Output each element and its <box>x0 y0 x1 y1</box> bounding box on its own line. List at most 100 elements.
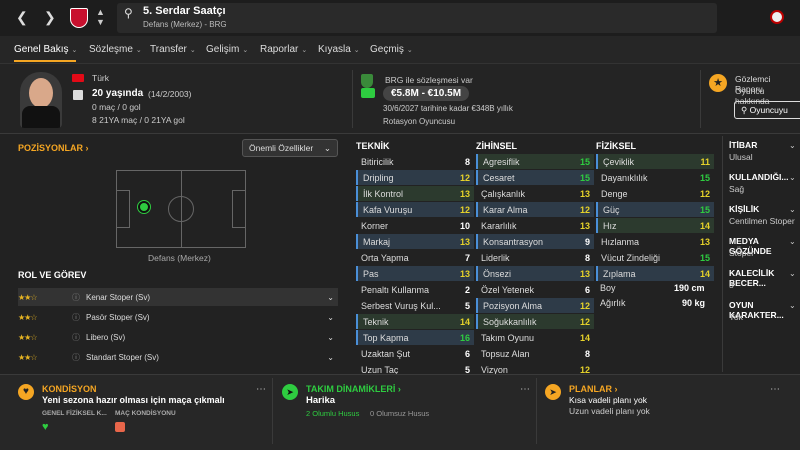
senior-stats: 0 maç / 0 gol <box>92 102 141 112</box>
attribute-name: Takım Oyunu <box>481 332 535 343</box>
attribute-value: 11 <box>700 156 710 167</box>
attribute-row[interactable]: Top Kapma 16 <box>356 330 474 345</box>
more-options-icon[interactable]: ⋯ <box>770 384 780 395</box>
attribute-name: Penaltı Kullanma <box>361 284 430 295</box>
chevron-down-icon[interactable]: ⌄ <box>327 313 338 322</box>
attribute-name: Hız <box>603 220 617 231</box>
attribute-row[interactable]: Pas 13 <box>356 266 474 281</box>
chevron-down-icon[interactable]: ⌄ <box>789 173 796 182</box>
tab-contract[interactable]: Sözleşme ⌄ <box>89 44 142 55</box>
attribute-row[interactable]: Penaltı Kullanma 2 <box>356 282 474 297</box>
role-row[interactable]: ★★☆ ⓘ Pasör Stoper (Sv) ⌄ <box>18 308 338 326</box>
attribute-row[interactable]: Kararlılık 13 <box>476 218 594 233</box>
chevron-down-icon[interactable]: ⌄ <box>789 141 796 150</box>
chevron-down-icon[interactable]: ⌄ <box>327 293 338 302</box>
forward-icon[interactable]: ❯ <box>44 9 56 26</box>
chevron-down-icon[interactable]: ⌄ <box>789 237 796 246</box>
short-plan-text: Kısa vadeli planı yok <box>569 395 647 405</box>
active-tab-indicator <box>14 60 76 62</box>
attribute-row[interactable]: Karar Alma 12 <box>476 202 594 217</box>
attribute-row[interactable]: Bitiricilik 8 <box>356 154 474 169</box>
heart-icon: ♥ <box>18 384 34 400</box>
tab-reports[interactable]: Raporlar ⌄ <box>260 44 307 55</box>
side-info-value: Yok <box>729 312 743 322</box>
player-switch-icon[interactable]: ▲ ▼ <box>96 7 105 27</box>
tab-compare[interactable]: Kıyasla ⌄ <box>318 44 360 55</box>
attribute-name: Liderlik <box>481 252 510 263</box>
attribute-row[interactable]: Korner 10 <box>356 218 474 233</box>
role-row[interactable]: ★★☆ ⓘ Libero (Sv) ⌄ <box>18 328 338 346</box>
scout-button[interactable]: ⚲ Oyuncuyu <box>734 101 800 119</box>
match-fitness-label: MAÇ KONDİSYONU <box>115 410 176 417</box>
attribute-row[interactable]: Liderlik 8 <box>476 250 594 265</box>
attribute-row[interactable]: Hız 14 <box>596 218 714 233</box>
attribute-row[interactable]: Topsuz Alan 8 <box>476 346 594 361</box>
attributes-dropdown[interactable]: Önemli Özellikler ⌄ <box>242 139 338 157</box>
team-dynamics-title[interactable]: TAKIM DİNAMİKLERİ › <box>306 384 401 394</box>
attribute-row[interactable]: Soğukkanlılık 12 <box>476 314 594 329</box>
attribute-row[interactable]: Cesaret 15 <box>476 170 594 185</box>
chevron-down-icon[interactable]: ⌄ <box>327 333 338 342</box>
player-age: 20 yaşında <box>92 88 144 99</box>
tab-overview[interactable]: Genel Bakış ⌄ <box>14 44 77 55</box>
info-icon[interactable]: ⓘ <box>72 352 86 363</box>
info-icon[interactable]: ⓘ <box>72 312 86 323</box>
role-stars: ★★☆ <box>18 312 38 322</box>
attribute-row[interactable]: Güç 15 <box>596 202 714 217</box>
attribute-name: Kararlılık <box>481 220 517 231</box>
attribute-row[interactable]: İlk Kontrol 13 <box>356 186 474 201</box>
attribute-name: Vizyon <box>481 364 508 375</box>
attribute-row[interactable]: Önsezi 13 <box>476 266 594 281</box>
attribute-row[interactable]: Agresiflik 15 <box>476 154 594 169</box>
role-row[interactable]: ★★☆ ⓘ Standart Stoper (Sv) ⌄ <box>18 348 338 366</box>
chevron-down-icon[interactable]: ⌄ <box>327 353 338 362</box>
plans-title[interactable]: PLANLAR › <box>569 384 618 394</box>
attribute-row[interactable]: Çalışkanlık 13 <box>476 186 594 201</box>
chevron-down-icon[interactable]: ⌄ <box>789 205 796 214</box>
attribute-row[interactable]: Uzaktan Şut 6 <box>356 346 474 361</box>
long-plan-text: Uzun vadeli planı yok <box>569 406 650 416</box>
attribute-name: Denge <box>601 188 628 199</box>
club-logo-icon[interactable] <box>770 10 784 24</box>
chevron-down-icon[interactable]: ⌄ <box>789 301 796 310</box>
weight-label: Ağırlık <box>600 298 626 308</box>
position-marker-dc[interactable] <box>138 201 150 213</box>
back-icon[interactable]: ❮ <box>16 9 28 26</box>
club-badge-icon[interactable] <box>70 8 88 28</box>
info-icon[interactable]: ⓘ <box>72 332 86 343</box>
attribute-name: Zıplama <box>603 268 636 279</box>
attribute-row[interactable]: Özel Yetenek 6 <box>476 282 594 297</box>
positions-title[interactable]: POZİSYONLAR › <box>18 143 89 153</box>
attribute-row[interactable]: Serbest Vuruş Kul... 5 <box>356 298 474 313</box>
attribute-row[interactable]: Markaj 13 <box>356 234 474 249</box>
chevron-down-icon[interactable]: ⌄ <box>789 269 796 278</box>
attribute-row[interactable]: Teknik 14 <box>356 314 474 329</box>
divider <box>536 378 537 444</box>
attribute-row[interactable]: Dayanıklılık 15 <box>596 170 714 185</box>
attribute-row[interactable]: Vücut Zindeliği 15 <box>596 250 714 265</box>
more-options-icon[interactable]: ⋯ <box>520 384 530 395</box>
attribute-row[interactable]: Çeviklik 11 <box>596 154 714 169</box>
role-row[interactable]: ★★☆ ⓘ Kenar Stoper (Sv) ⌄ <box>18 288 338 306</box>
attribute-row[interactable]: Pozisyon Alma 12 <box>476 298 594 313</box>
attribute-name: Korner <box>361 220 389 231</box>
attribute-row[interactable]: Konsantrasyon 9 <box>476 234 594 249</box>
more-options-icon[interactable]: ⋯ <box>256 384 266 395</box>
condition-title[interactable]: KONDİSYON <box>42 384 97 394</box>
attribute-row[interactable]: Dripling 12 <box>356 170 474 185</box>
tab-history[interactable]: Geçmiş ⌄ <box>370 44 413 55</box>
attribute-row[interactable]: Kafa Vuruşu 12 <box>356 202 474 217</box>
attribute-name: Dripling <box>363 172 394 183</box>
attribute-row[interactable]: Takım Oyunu 14 <box>476 330 594 345</box>
height-label: Boy <box>600 283 616 293</box>
info-icon[interactable]: ⓘ <box>72 292 86 303</box>
attribute-row[interactable]: Orta Yapma 7 <box>356 250 474 265</box>
plans-icon: ➤ <box>545 384 561 400</box>
attribute-row[interactable]: Denge 12 <box>596 186 714 201</box>
position-label: Defans (Merkez) <box>148 253 211 263</box>
attribute-name: Uzun Taç <box>361 364 399 375</box>
attribute-row[interactable]: Hızlanma 13 <box>596 234 714 249</box>
attribute-row[interactable]: Zıplama 14 <box>596 266 714 281</box>
tab-development[interactable]: Gelişim ⌄ <box>206 44 248 55</box>
tab-transfer[interactable]: Transfer ⌄ <box>150 44 196 55</box>
